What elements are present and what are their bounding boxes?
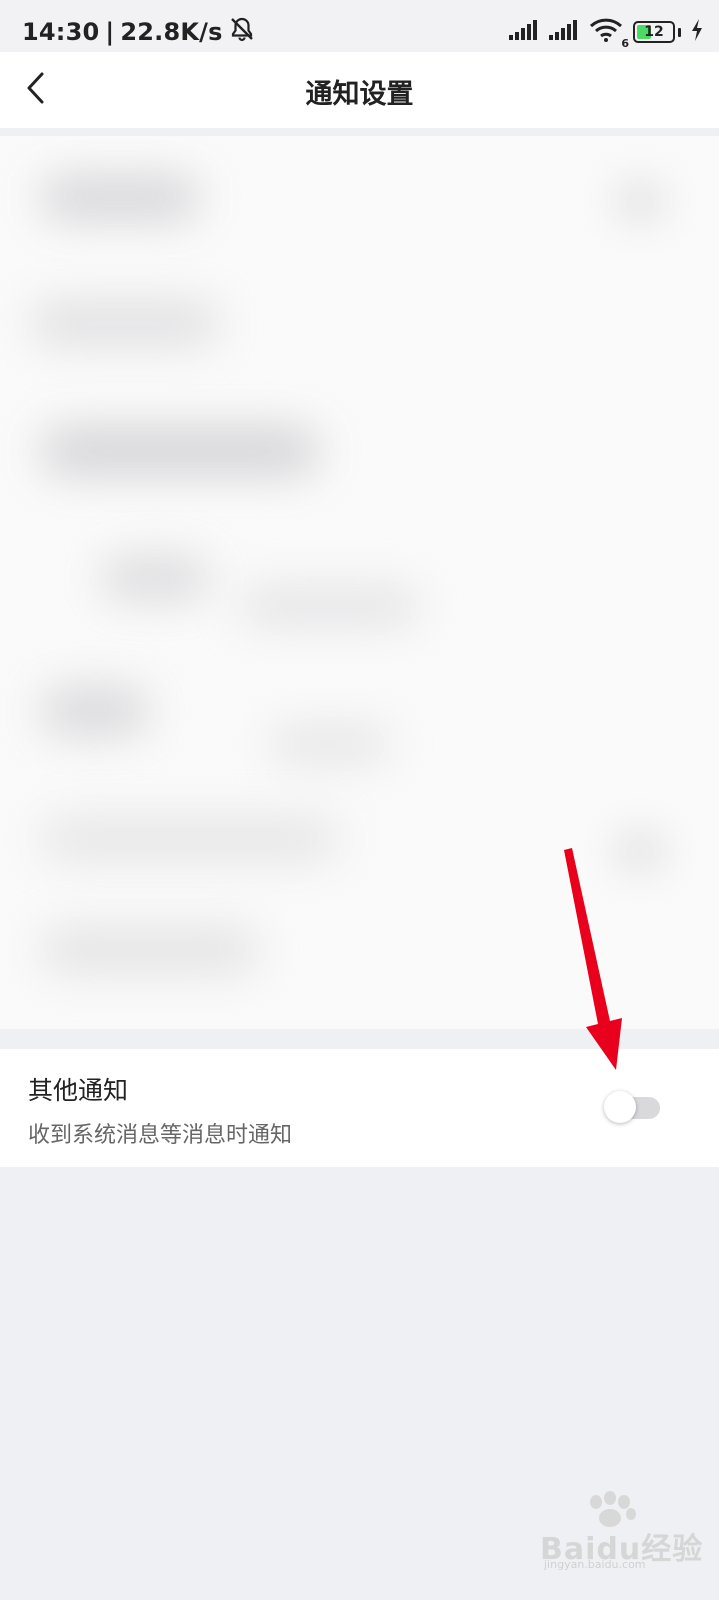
blurred-row <box>40 176 200 220</box>
other-notifications-toggle[interactable] <box>604 1091 660 1123</box>
setting-description: 收到系统消息等消息时通知 <box>28 1123 293 1148</box>
blurred-row <box>30 301 220 345</box>
signal-icon <box>509 20 539 44</box>
blurred-row <box>240 586 420 626</box>
network-speed: 22.8K/s <box>120 18 223 46</box>
blurred-row <box>270 726 390 762</box>
annotation-arrow-icon <box>564 848 622 1070</box>
blurred-row <box>40 926 260 974</box>
battery-body: 12 <box>633 21 675 43</box>
status-separator: | <box>105 18 115 46</box>
toggle-knob <box>604 1091 636 1123</box>
wifi-badge: 6 <box>621 37 629 50</box>
blurred-row <box>40 426 320 476</box>
status-right: 6 12 <box>509 18 703 50</box>
battery-icon: 12 <box>633 21 681 43</box>
charging-icon <box>691 19 703 45</box>
blurred-toggle <box>610 176 670 226</box>
blurred-row <box>40 816 340 862</box>
battery-cap <box>678 27 681 37</box>
page-title: 通知设置 <box>305 79 414 110</box>
wifi-icon: 6 <box>589 18 629 50</box>
status-time: 14:30 <box>22 18 100 46</box>
mute-bell-icon <box>229 16 255 48</box>
blurred-row <box>40 686 150 736</box>
signal-icon <box>549 20 579 44</box>
header-bar: 通知设置 <box>0 52 719 128</box>
blurred-row <box>100 556 210 600</box>
watermark-sub-text: jingyan.baidu.com <box>544 1558 646 1571</box>
watermark: Baidu经验 jingyan.baidu.com <box>540 1490 710 1571</box>
status-left: 14:30 | 22.8K/s <box>22 16 255 48</box>
setting-title: 其他通知 <box>28 1076 129 1105</box>
battery-percent: 12 <box>644 24 664 40</box>
